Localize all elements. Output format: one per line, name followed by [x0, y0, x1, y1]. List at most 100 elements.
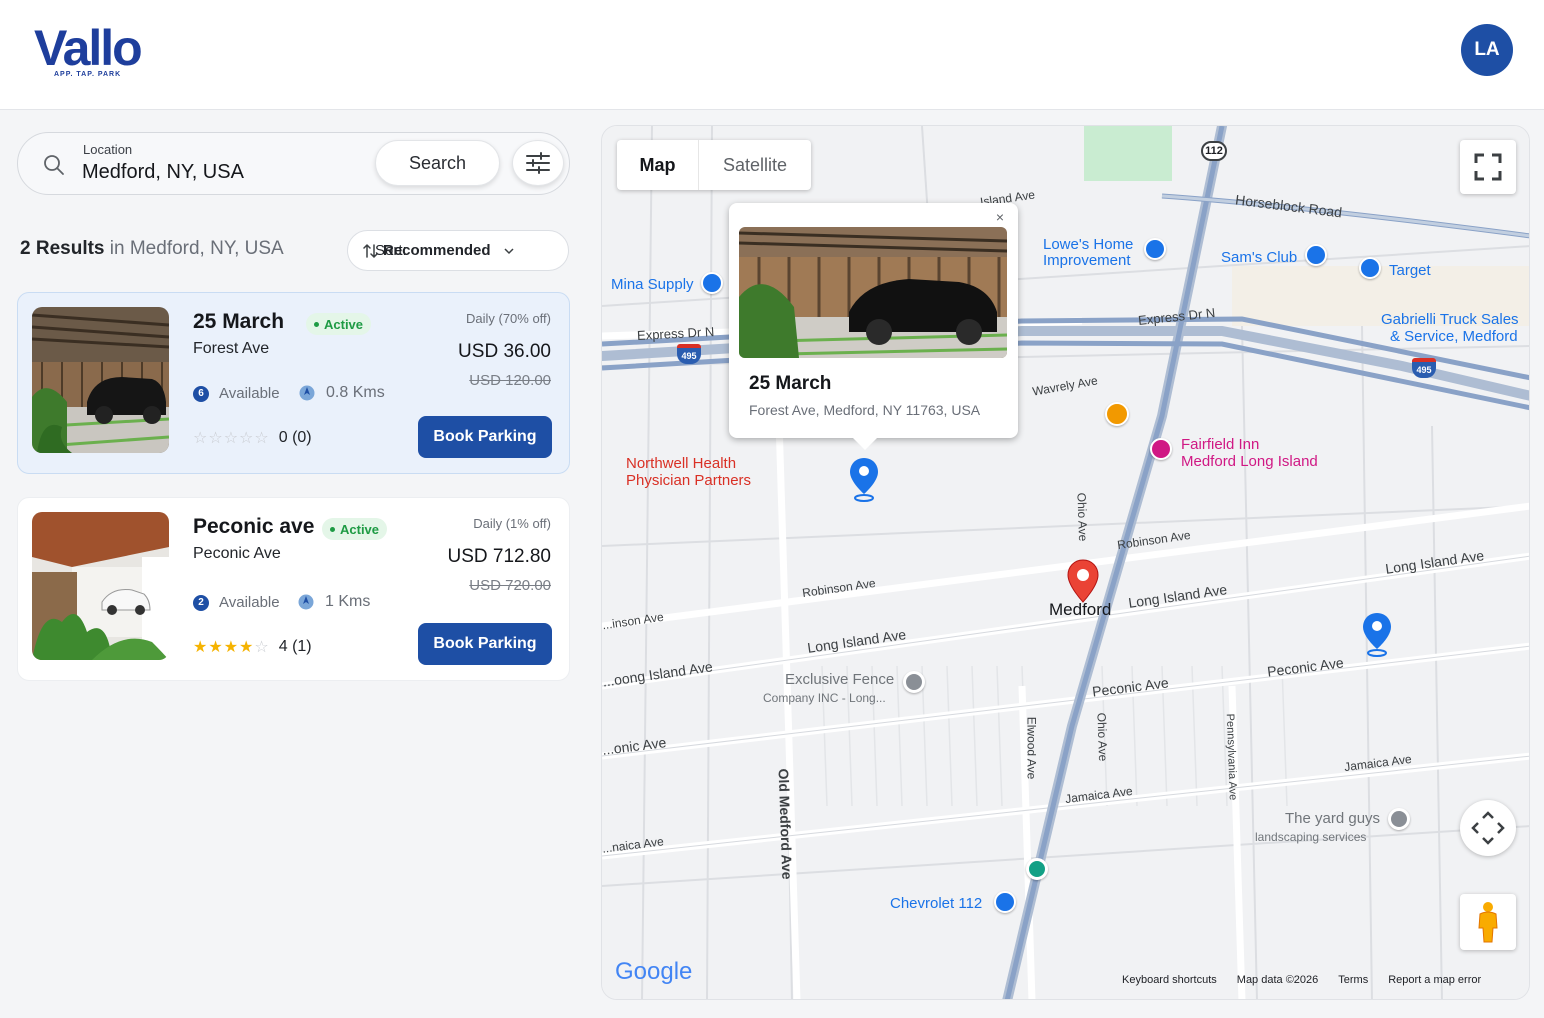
listing-photo: [32, 307, 169, 453]
poi-label[interactable]: Improvement: [1043, 252, 1131, 269]
rating: ☆☆☆☆☆ 0 (0): [193, 428, 312, 448]
vallo-logo[interactable]: Vallo APP. TAP. PARK: [34, 20, 174, 86]
filter-button[interactable]: [512, 140, 564, 186]
route-number: 495: [681, 351, 697, 361]
map-footer: Keyboard shortcuts Map data ©2026 Terms …: [1122, 974, 1481, 986]
book-parking-button[interactable]: Book Parking: [418, 416, 552, 458]
sort-label: Sort:: [375, 242, 407, 259]
poi-label[interactable]: & Service, Medford: [1390, 328, 1518, 345]
google-logo: Google: [615, 958, 692, 986]
location-label: Location: [83, 142, 133, 157]
shopping-bag-icon[interactable]: [701, 272, 723, 294]
original-price: USD 720.00: [469, 577, 551, 594]
listing-price: USD 36.00: [458, 341, 551, 362]
map-data-text: Map data ©2026: [1236, 974, 1319, 986]
place-icon[interactable]: [1388, 808, 1410, 830]
logo-wordmark: Vallo: [34, 20, 143, 76]
chevron-down-icon: [504, 247, 514, 254]
poi-label[interactable]: The yard guys: [1285, 810, 1380, 827]
shopping-bag-icon[interactable]: [1144, 238, 1166, 260]
road-label: Ohio Ave: [1074, 492, 1091, 542]
info-window-address: Forest Ave, Medford, NY 11763, USA: [749, 402, 981, 418]
poi-label[interactable]: landscaping services: [1255, 829, 1366, 846]
poi-label[interactable]: Gabrielli Truck Sales: [1381, 311, 1519, 328]
interstate-495-shield: 495: [677, 344, 701, 364]
distance: 0.8 Kms: [298, 384, 385, 402]
poi-label[interactable]: Chevrolet 112: [890, 895, 982, 912]
street-view-pegman-button[interactable]: [1460, 894, 1516, 950]
filter-sliders-icon: [526, 152, 550, 174]
terms-link[interactable]: Terms: [1338, 974, 1368, 986]
logo-tagline: APP. TAP. PARK: [54, 71, 122, 78]
restaurant-icon[interactable]: [1105, 402, 1129, 426]
status-badge: Active: [322, 518, 388, 540]
available-count: 6: [193, 385, 209, 402]
road-label: Elwood Ave: [1024, 716, 1039, 780]
rating: ★★★★☆ 4 (1): [193, 637, 312, 657]
status-text: Active: [324, 316, 364, 332]
keyboard-shortcuts-link[interactable]: Keyboard shortcuts: [1122, 974, 1217, 986]
shopping-bag-icon[interactable]: [1359, 257, 1381, 279]
daily-discount: Daily (1% off): [473, 516, 551, 531]
user-avatar[interactable]: LA: [1461, 24, 1513, 76]
search-icon: [44, 155, 64, 175]
camera-control-button[interactable]: [1460, 800, 1516, 856]
map-type-map-button[interactable]: Map: [617, 140, 699, 190]
transit-icon[interactable]: [1026, 858, 1048, 880]
available-label: Available: [219, 594, 280, 611]
location-input[interactable]: [82, 161, 372, 184]
route-112-shield: 112: [1201, 141, 1227, 161]
map-type-control: Map Satellite: [617, 140, 811, 190]
search-button[interactable]: Search: [375, 140, 500, 186]
distance-icon: [298, 594, 314, 610]
star-icon: ☆: [254, 639, 270, 656]
availability: 2 Available: [193, 594, 280, 611]
listing-title: Peconic ave: [193, 515, 315, 538]
poi-label[interactable]: Physician Partners: [626, 472, 751, 489]
listing-card[interactable]: 25 March Active Forest Ave Daily (70% of…: [17, 292, 570, 474]
shopping-bag-icon[interactable]: [994, 891, 1016, 913]
poi-label[interactable]: Medford Long Island: [1181, 453, 1318, 470]
sort-dropdown[interactable]: Sort: Recommended: [347, 230, 569, 271]
listing-title: 25 March: [193, 310, 285, 333]
hotel-icon[interactable]: [1150, 438, 1172, 460]
rating-text: 4 (1): [278, 638, 312, 655]
star-icon: ☆☆☆☆☆: [193, 430, 270, 447]
poi-label[interactable]: Exclusive Fence: [785, 671, 894, 688]
location-search-bar: Location Search: [17, 132, 570, 195]
listing-street: Forest Ave: [193, 340, 270, 357]
map-view[interactable]: Horseblock Road Express Dr N Express Dr …: [601, 125, 1530, 1000]
status-badge: Active: [306, 313, 372, 335]
info-window-title: 25 March: [749, 373, 832, 394]
place-icon[interactable]: [903, 671, 925, 693]
poi-label[interactable]: Lowe's Home: [1043, 236, 1133, 253]
poi-label[interactable]: Northwell Health: [626, 455, 736, 472]
listing-price: USD 712.80: [447, 546, 551, 567]
map-info-window[interactable]: × 25 March Forest Ave, Medford, NY 11763…: [729, 203, 1018, 450]
parking-marker-icon[interactable]: [1361, 611, 1393, 659]
location-pin-icon[interactable]: [1066, 558, 1100, 604]
fullscreen-button[interactable]: [1460, 140, 1516, 194]
map-type-satellite-button[interactable]: Satellite: [699, 140, 811, 190]
book-parking-button[interactable]: Book Parking: [418, 623, 552, 665]
poi-label[interactable]: Fairfield Inn: [1181, 436, 1259, 453]
results-count: 2: [20, 238, 31, 259]
poi-label[interactable]: Sam's Club: [1221, 249, 1297, 266]
road-label: Ohio Ave: [1094, 712, 1111, 762]
poi-label[interactable]: Mina Supply: [611, 276, 694, 293]
close-icon[interactable]: ×: [996, 209, 1004, 225]
header: Vallo APP. TAP. PARK LA: [0, 0, 1544, 110]
results-summary: 2 Results in Medford, NY, USA: [20, 238, 284, 260]
info-window-photo: [739, 227, 1007, 358]
parking-marker-icon[interactable]: [848, 456, 880, 504]
results-in: in: [109, 238, 125, 259]
report-error-link[interactable]: Report a map error: [1388, 974, 1481, 986]
rating-stars: ★★★★☆: [193, 637, 270, 657]
poi-label[interactable]: Target: [1389, 262, 1431, 279]
route-number: 495: [1416, 365, 1432, 375]
listing-card[interactable]: Peconic ave Active Peconic Ave Daily (1%…: [17, 497, 570, 681]
rating-text: 0 (0): [278, 429, 312, 446]
shopping-bag-icon[interactable]: [1305, 244, 1327, 266]
listing-street: Peconic Ave: [193, 545, 281, 562]
poi-label[interactable]: Company INC - Long...: [763, 690, 886, 707]
